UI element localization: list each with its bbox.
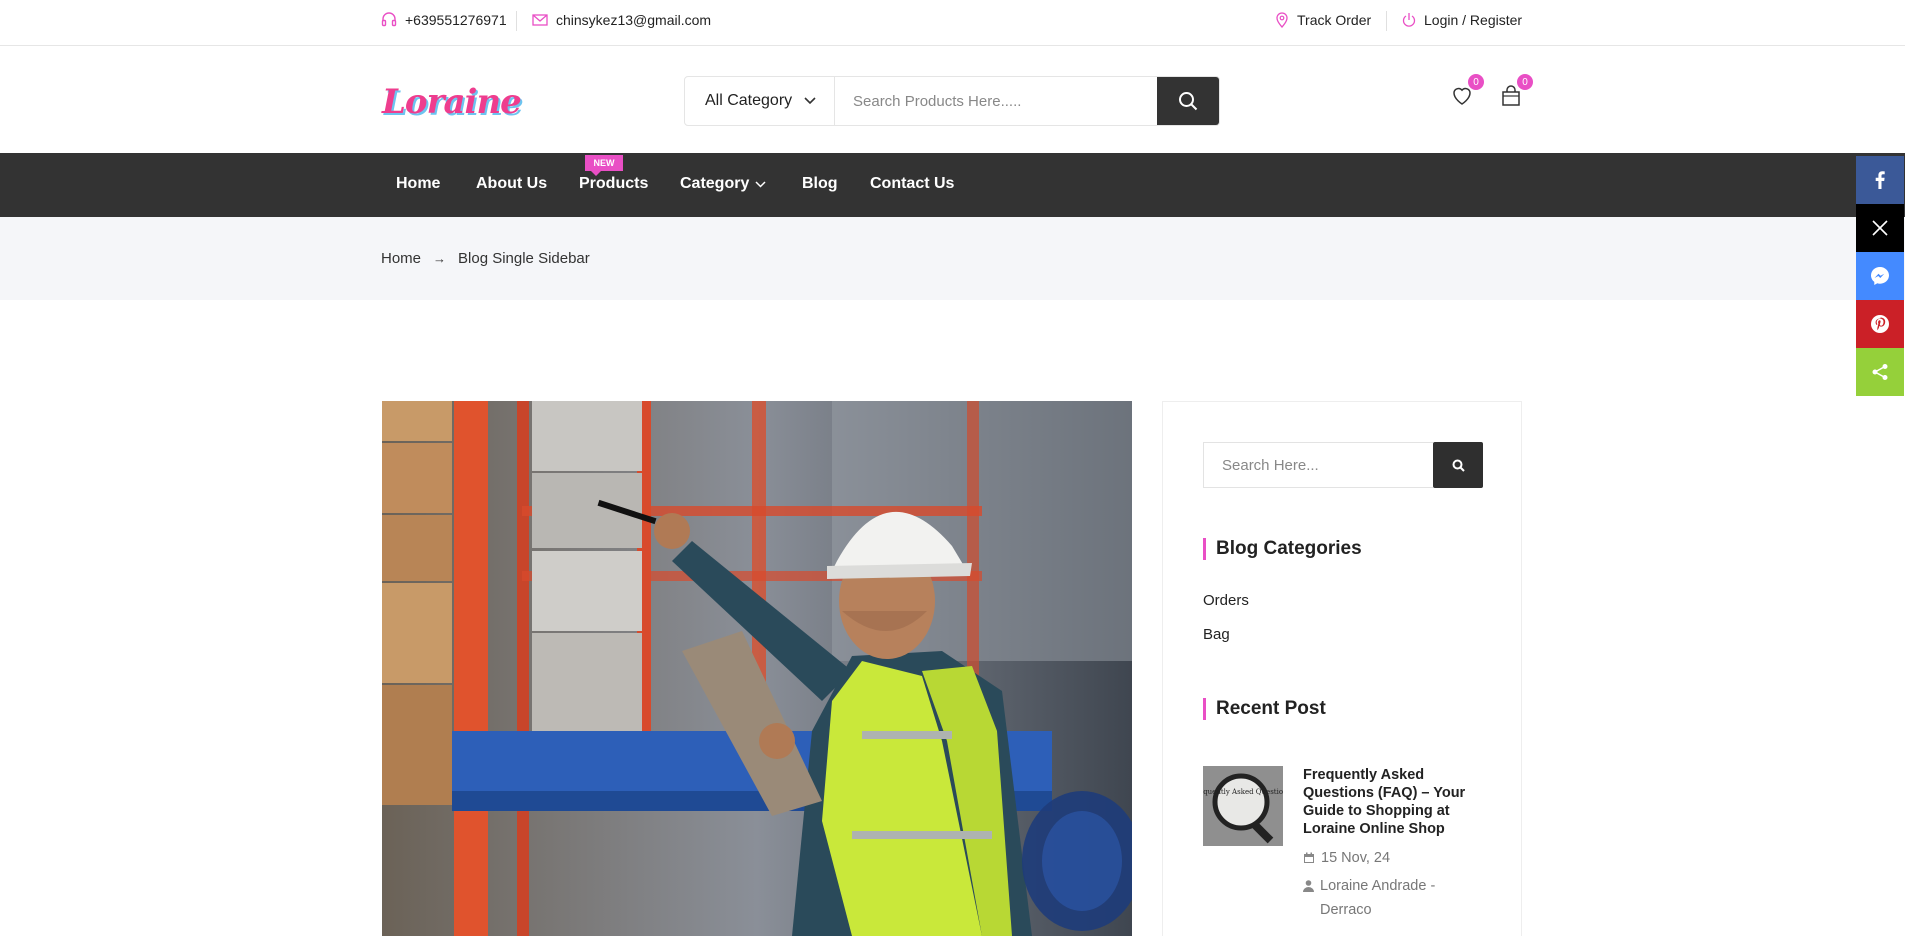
nav-item-contact-us[interactable]: Contact Us [870,175,954,193]
facebook-icon [1875,171,1885,189]
magnifier-faq-image: Frequently Asked Questions [1203,766,1283,846]
share-facebook-button[interactable] [1856,156,1904,204]
sidebar-search-input[interactable]: Search Here... [1203,442,1433,488]
user-icon [1303,880,1314,892]
blog-categories-title: Blog Categories [1203,538,1362,560]
cart-button[interactable]: 0 [1499,74,1533,110]
blog-sidebar: Search Here... Blog Categories Orders Ba… [1162,401,1522,936]
site-header: Loraine All Category 0 0 [0,46,1905,153]
sidebar-search-button[interactable] [1433,442,1483,488]
share-pinterest-button[interactable] [1856,300,1904,348]
page: +639551276971 chinsykez13@gmail.com Trac… [0,0,1917,936]
share-icon [1872,364,1888,380]
headset-icon [381,12,397,27]
recent-post-link[interactable]: Frequently Asked Questions (FAQ) – Your … [1303,766,1483,838]
calendar-icon [1304,852,1314,863]
recent-post-thumbnail[interactable]: Frequently Asked Questions [1203,766,1283,846]
nav-item-category[interactable]: Category [680,175,766,193]
location-pin-icon [1276,12,1288,28]
login-register-link[interactable]: Login / Register [1402,12,1522,28]
chevron-down-icon [755,180,766,188]
x-logo-icon [1872,220,1888,236]
recent-post-author: Loraine Andrade - Derraco [1303,874,1483,922]
mail-icon [532,14,548,26]
share-generic-button[interactable] [1856,348,1904,396]
phone-number: +639551276971 [405,12,507,28]
wishlist-count-badge: 0 [1468,74,1484,90]
product-search-button[interactable] [1157,77,1219,125]
recent-post-title: Recent Post [1203,698,1326,720]
category-link-bag[interactable]: Bag [1203,626,1230,643]
wishlist-button[interactable]: 0 [1450,74,1484,110]
breadcrumb-bar: Home → Blog Single Sidebar [0,217,1905,300]
messenger-icon [1871,267,1889,285]
category-select-value: All Category [705,92,793,109]
nav-item-category-label: Category [680,175,750,192]
recent-post-author-text: Loraine Andrade - Derraco [1320,878,1436,918]
nav-item-home[interactable]: Home [396,175,440,193]
breadcrumb: Home → Blog Single Sidebar [381,250,590,267]
share-messenger-button[interactable] [1856,252,1904,300]
email-address: chinsykez13@gmail.com [556,12,712,28]
arrow-right-icon: → [433,251,447,266]
main-nav: Home About Us Products Category Blog Con… [0,153,1905,217]
category-select[interactable]: All Category [685,77,835,125]
recent-post-thumbnail-text: Frequently Asked Questions [1203,788,1283,796]
track-order-link[interactable]: Track Order [1275,12,1371,28]
nav-item-blog[interactable]: Blog [802,175,838,193]
sidebar-search: Search Here... [1203,442,1483,488]
recent-post-date-text: 15 Nov, 24 [1321,850,1391,866]
share-x-button[interactable] [1856,204,1904,252]
pinterest-icon [1871,315,1889,333]
category-link-orders[interactable]: Orders [1203,592,1249,609]
nav-item-products[interactable]: Products [579,175,648,193]
login-register-label: Login / Register [1424,12,1523,28]
search-icon [1452,459,1465,472]
chevron-down-icon [804,97,816,105]
recent-post-date: 15 Nov, 24 [1303,850,1390,866]
new-badge: NEW [585,155,623,176]
top-bar: +639551276971 chinsykez13@gmail.com Trac… [0,0,1905,46]
phone-contact[interactable]: +639551276971 [381,12,507,28]
warehouse-worker-photo [382,401,1132,936]
product-search-input[interactable] [835,77,1157,125]
email-contact[interactable]: chinsykez13@gmail.com [532,12,711,28]
site-logo[interactable]: Loraine [382,82,522,122]
power-icon [1402,13,1416,27]
blog-featured-image [382,401,1132,936]
cart-count-badge: 0 [1517,74,1533,90]
breadcrumb-current: Blog Single Sidebar [458,250,590,267]
divider [516,11,517,31]
product-search-bar: All Category [684,76,1220,126]
breadcrumb-home-link[interactable]: Home [381,250,421,267]
divider [1386,11,1387,31]
search-icon [1179,92,1198,111]
track-order-label: Track Order [1297,12,1372,28]
nav-item-about-us[interactable]: About Us [476,175,547,193]
